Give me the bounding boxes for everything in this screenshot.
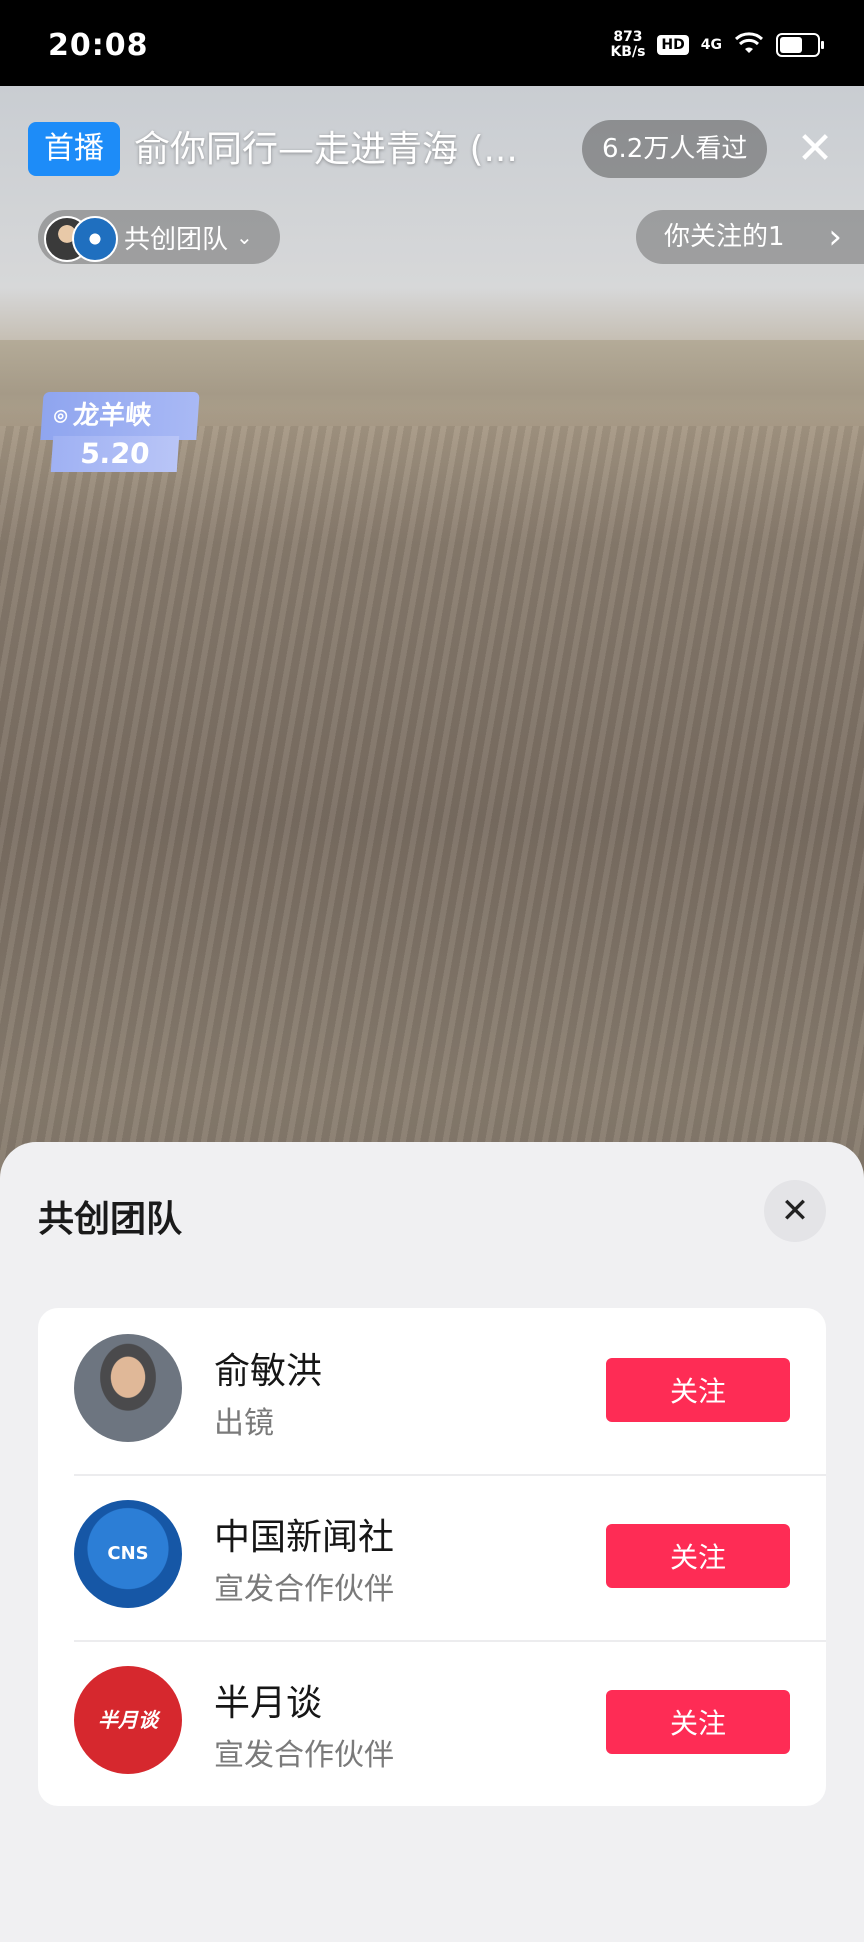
sheet-title: 共创团队 — [38, 1199, 183, 1240]
team-sheet: 共创团队 ✕ 俞敏洪 出镜 关注 CNS 中国新闻社 宣发合作伙伴 关注 半月谈… — [0, 1142, 864, 1942]
member-name[interactable]: 半月谈 — [214, 1674, 322, 1726]
location-date: 5.20 — [50, 436, 180, 472]
follow-button[interactable]: 关注 — [606, 1358, 790, 1422]
team-avatars — [42, 214, 120, 262]
premiere-badge: 首播 — [28, 122, 120, 176]
battery-icon — [776, 33, 824, 57]
net-speed-unit: KB/s — [610, 44, 646, 60]
status-icons: 873 KB/s HD 4G — [610, 30, 824, 60]
following-button[interactable]: 你关注的1 › — [636, 210, 864, 264]
location-pin-icon: ⌾ — [53, 405, 68, 430]
member-list: 俞敏洪 出镜 关注 CNS 中国新闻社 宣发合作伙伴 关注 半月谈 半月谈 宣发… — [38, 1308, 826, 1806]
member-role: 宣发合作伙伴 — [214, 1738, 394, 1773]
avatar[interactable] — [74, 1334, 182, 1442]
viewer-count[interactable]: 6.2万人看过 — [582, 120, 768, 178]
member-name[interactable]: 中国新闻社 — [214, 1508, 394, 1560]
stream-title[interactable]: 俞你同行—走进青海 (... — [134, 124, 554, 176]
member-role: 宣发合作伙伴 — [214, 1572, 394, 1607]
location-name: 龙羊峡 — [72, 401, 153, 431]
following-label: 你关注的1 — [664, 222, 785, 252]
status-time: 20:08 — [48, 28, 149, 63]
net-speed: 873 KB/s — [610, 30, 645, 60]
list-item[interactable]: 俞敏洪 出镜 关注 — [38, 1308, 826, 1474]
bantan-logo: 半月谈 — [98, 1708, 158, 1732]
network-icon: 4G — [700, 37, 722, 53]
follow-button[interactable]: 关注 — [606, 1690, 790, 1754]
member-role: 出镜 — [214, 1406, 274, 1441]
location-tag: ⌾ 龙羊峡 — [40, 392, 200, 440]
cns-logo: CNS — [107, 1543, 149, 1564]
wifi-icon — [734, 31, 764, 59]
hd-icon: HD — [657, 35, 689, 55]
avatar — [72, 216, 118, 262]
list-item[interactable]: CNS 中国新闻社 宣发合作伙伴 关注 — [38, 1474, 826, 1640]
chevron-right-icon: › — [828, 217, 842, 257]
avatar[interactable]: 半月谈 — [74, 1666, 182, 1774]
list-item[interactable]: 半月谈 半月谈 宣发合作伙伴 关注 — [38, 1640, 826, 1806]
close-icon[interactable]: ✕ — [792, 126, 838, 172]
chevron-down-icon: ⌄ — [236, 225, 253, 249]
close-icon[interactable]: ✕ — [764, 1180, 826, 1242]
net-speed-value: 873 — [613, 29, 643, 45]
team-label: 共创团队 — [124, 224, 229, 255]
team-button[interactable]: 共创团队 ⌄ — [38, 210, 280, 264]
avatar[interactable]: CNS — [74, 1500, 182, 1608]
member-name[interactable]: 俞敏洪 — [214, 1342, 322, 1394]
status-bar: 20:08 873 KB/s HD 4G — [0, 0, 864, 86]
follow-button[interactable]: 关注 — [606, 1524, 790, 1588]
